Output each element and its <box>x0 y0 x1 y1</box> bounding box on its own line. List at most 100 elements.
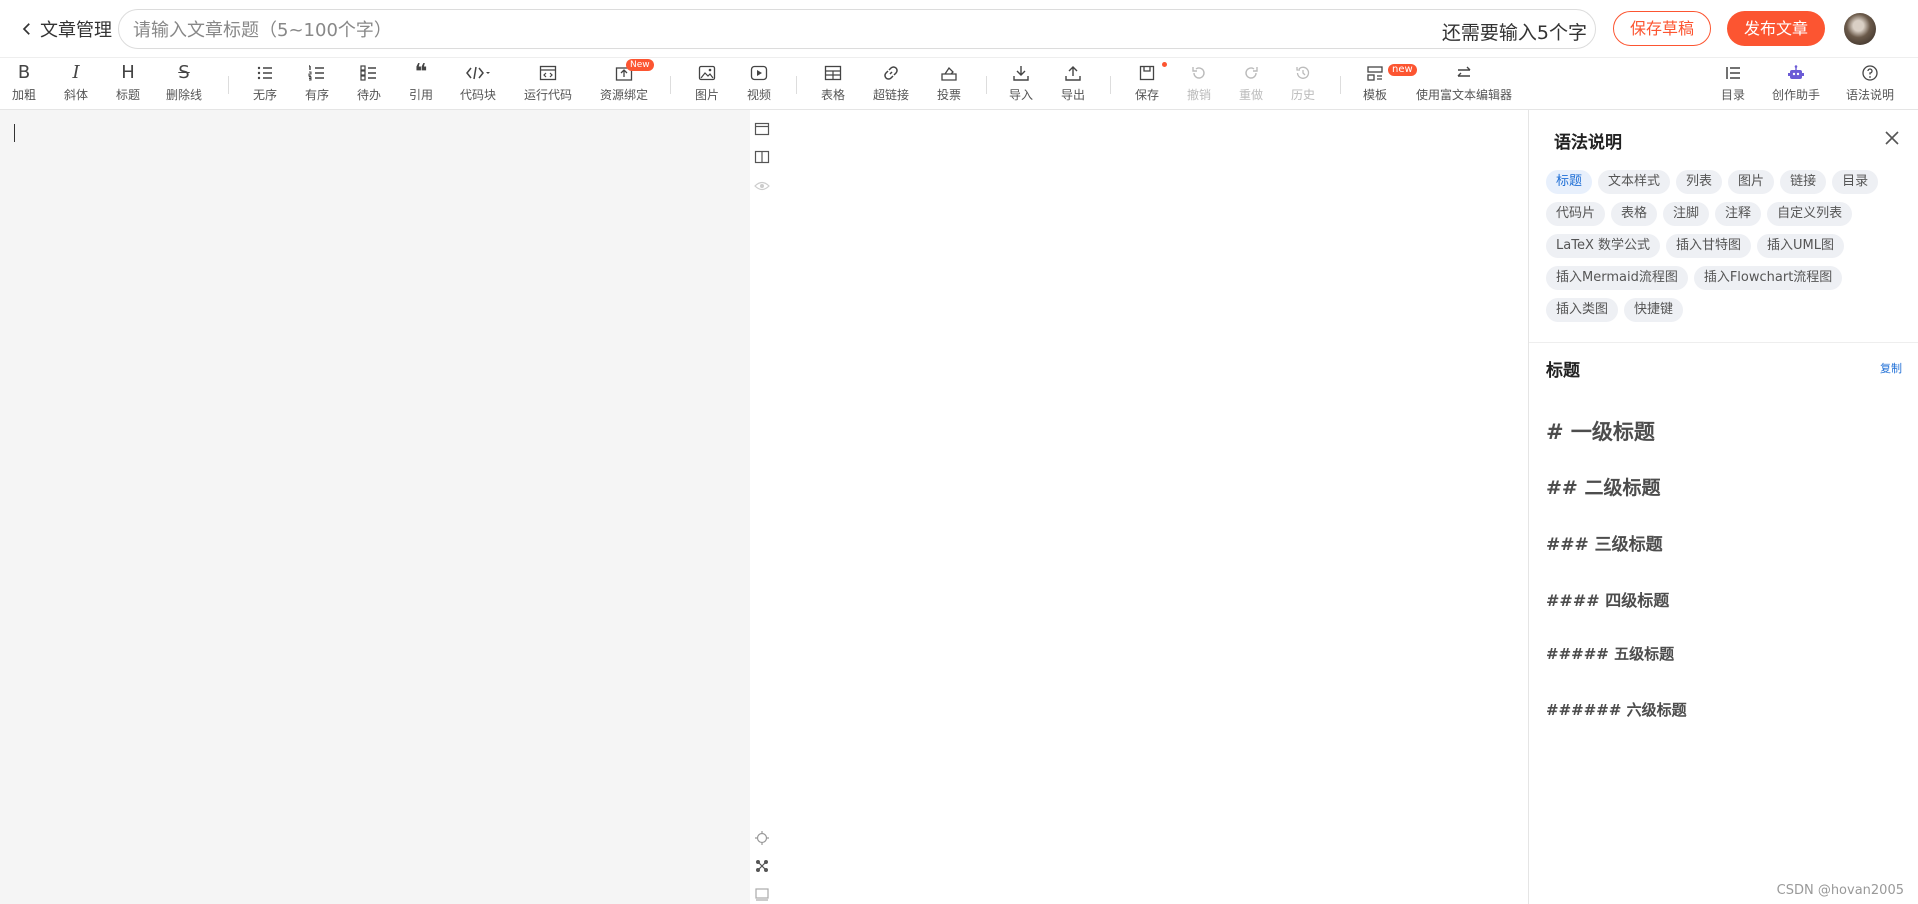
import-label: 导入 <box>1008 88 1033 102</box>
vote-button[interactable]: 投票 <box>932 62 966 106</box>
panel-title: 语法说明 <box>1554 133 1622 153</box>
export-button[interactable]: 导出 <box>1056 62 1090 106</box>
syntax-help-label: 语法说明 <box>1845 88 1894 102</box>
syntax-tag[interactable]: 注脚 <box>1663 202 1710 226</box>
strikethrough-button[interactable]: S 删除线 <box>162 62 206 106</box>
syntax-tag[interactable]: 插入甘特图 <box>1665 234 1751 258</box>
syntax-tag[interactable]: LaTeX 数学公式 <box>1546 234 1660 258</box>
save-icon <box>1139 65 1155 81</box>
preview-pane <box>774 110 1528 904</box>
header-bar: 文章管理 还需要输入5个字 保存草稿 发布文章 <box>0 0 1918 57</box>
syntax-tag[interactable]: 自定义列表 <box>1767 202 1853 226</box>
toc-icon <box>1726 67 1740 79</box>
template-button[interactable]: 模板 <box>1358 62 1392 106</box>
video-button[interactable]: 视频 <box>742 62 776 106</box>
syntax-tag[interactable]: 文本样式 <box>1598 170 1671 194</box>
code-block-button[interactable]: 代码块 <box>456 62 500 106</box>
code-block-label: 代码块 <box>459 88 496 102</box>
syntax-tag[interactable]: 插入UML图 <box>1757 234 1844 258</box>
toc-button[interactable]: 目录 <box>1716 62 1750 106</box>
bold-button[interactable]: B 加粗 <box>6 62 42 106</box>
italic-button[interactable]: I 斜体 <box>58 62 94 106</box>
syntax-tag[interactable]: 插入Flowchart流程图 <box>1693 266 1843 290</box>
syntax-help-button[interactable]: 语法说明 <box>1842 62 1898 106</box>
redo-icon <box>1245 67 1258 79</box>
heading-example-h6: ###### 六级标题 <box>1546 701 1687 719</box>
strikethrough-icon: S <box>178 62 190 83</box>
table-button[interactable]: 表格 <box>816 62 850 106</box>
split-view-icon[interactable] <box>754 149 770 165</box>
ordered-list-label: 有序 <box>304 88 329 102</box>
fullscreen-icon[interactable] <box>754 886 770 902</box>
table-icon <box>824 65 842 81</box>
rich-text-editor-button[interactable]: 使用富文本编辑器 <box>1412 62 1516 106</box>
syntax-tag[interactable]: 注释 <box>1715 202 1762 226</box>
sync-scroll-icon[interactable] <box>754 858 770 874</box>
save-button[interactable]: 保存 <box>1130 62 1164 106</box>
undo-button[interactable]: 撤销 <box>1182 62 1216 106</box>
image-label: 图片 <box>694 88 719 102</box>
back-link[interactable]: 文章管理 <box>18 14 112 44</box>
markdown-editor[interactable] <box>0 110 750 904</box>
title-input[interactable] <box>131 10 1335 50</box>
image-button[interactable]: 图片 <box>690 62 724 106</box>
code-icon <box>466 66 490 80</box>
preview-only-icon[interactable] <box>754 178 770 194</box>
syntax-tag[interactable]: 插入Mermaid流程图 <box>1546 266 1688 290</box>
syntax-tag[interactable]: 表格 <box>1611 202 1658 226</box>
redo-button[interactable]: 重做 <box>1234 62 1268 106</box>
switch-icon <box>1457 66 1471 77</box>
close-icon[interactable] <box>1882 128 1902 148</box>
run-code-button[interactable]: 运行代码 <box>520 62 576 106</box>
ordered-list-icon <box>308 65 324 81</box>
import-button[interactable]: 导入 <box>1004 62 1038 106</box>
quote-button[interactable]: ❝ 引用 <box>404 62 438 106</box>
unsaved-dot <box>1162 62 1167 67</box>
template-icon <box>1367 66 1383 81</box>
heading-icon: H <box>121 62 135 83</box>
panel-divider <box>1529 342 1918 343</box>
save-draft-button[interactable]: 保存草稿 <box>1613 11 1711 46</box>
ai-assistant-button[interactable]: 创作助手 <box>1768 62 1824 106</box>
heading-button[interactable]: H 标题 <box>110 62 146 106</box>
robot-icon <box>1788 65 1804 79</box>
table-label: 表格 <box>820 88 845 102</box>
hyperlink-button[interactable]: 超链接 <box>868 62 914 106</box>
unordered-list-button[interactable]: 无序 <box>248 62 282 106</box>
download-icon <box>1013 66 1029 81</box>
syntax-tag[interactable]: 代码片 <box>1546 202 1606 226</box>
avatar[interactable] <box>1844 13 1876 45</box>
new-badge: New <box>626 59 654 71</box>
syntax-tag[interactable]: 列表 <box>1676 170 1723 194</box>
editor-only-icon[interactable] <box>754 121 770 137</box>
watermark: CSDN @hovan2005 <box>1776 883 1904 898</box>
unordered-list-icon <box>257 66 272 80</box>
redo-label: 重做 <box>1238 88 1263 102</box>
syntax-tag[interactable]: 图片 <box>1728 170 1775 194</box>
italic-icon: I <box>72 62 80 83</box>
run-code-label: 运行代码 <box>523 88 572 102</box>
todo-list-button[interactable]: 待办 <box>352 62 386 106</box>
copy-button[interactable]: 复制 <box>1880 360 1902 376</box>
link-icon <box>884 66 898 80</box>
syntax-tag[interactable]: 目录 <box>1832 170 1879 194</box>
history-button[interactable]: 历史 <box>1286 62 1320 106</box>
syntax-tag[interactable]: 标题 <box>1546 170 1593 194</box>
syntax-tag[interactable]: 快捷键 <box>1624 298 1684 322</box>
history-icon <box>1296 66 1310 79</box>
toolbar-divider <box>1340 76 1341 94</box>
toc-label: 目录 <box>1720 88 1745 102</box>
toolbar-divider <box>1110 76 1111 94</box>
locate-icon[interactable] <box>754 830 770 846</box>
publish-button[interactable]: 发布文章 <box>1727 11 1825 46</box>
ordered-list-button[interactable]: 有序 <box>300 62 334 106</box>
template-label: 模板 <box>1362 88 1387 102</box>
vote-label: 投票 <box>936 88 961 102</box>
section-title: 标题 <box>1546 361 1580 381</box>
quote-label: 引用 <box>408 88 433 102</box>
view-mode-bar <box>750 110 774 904</box>
undo-label: 撤销 <box>1186 88 1211 102</box>
syntax-tag[interactable]: 链接 <box>1780 170 1827 194</box>
export-label: 导出 <box>1060 88 1085 102</box>
syntax-tag[interactable]: 插入类图 <box>1546 298 1619 322</box>
